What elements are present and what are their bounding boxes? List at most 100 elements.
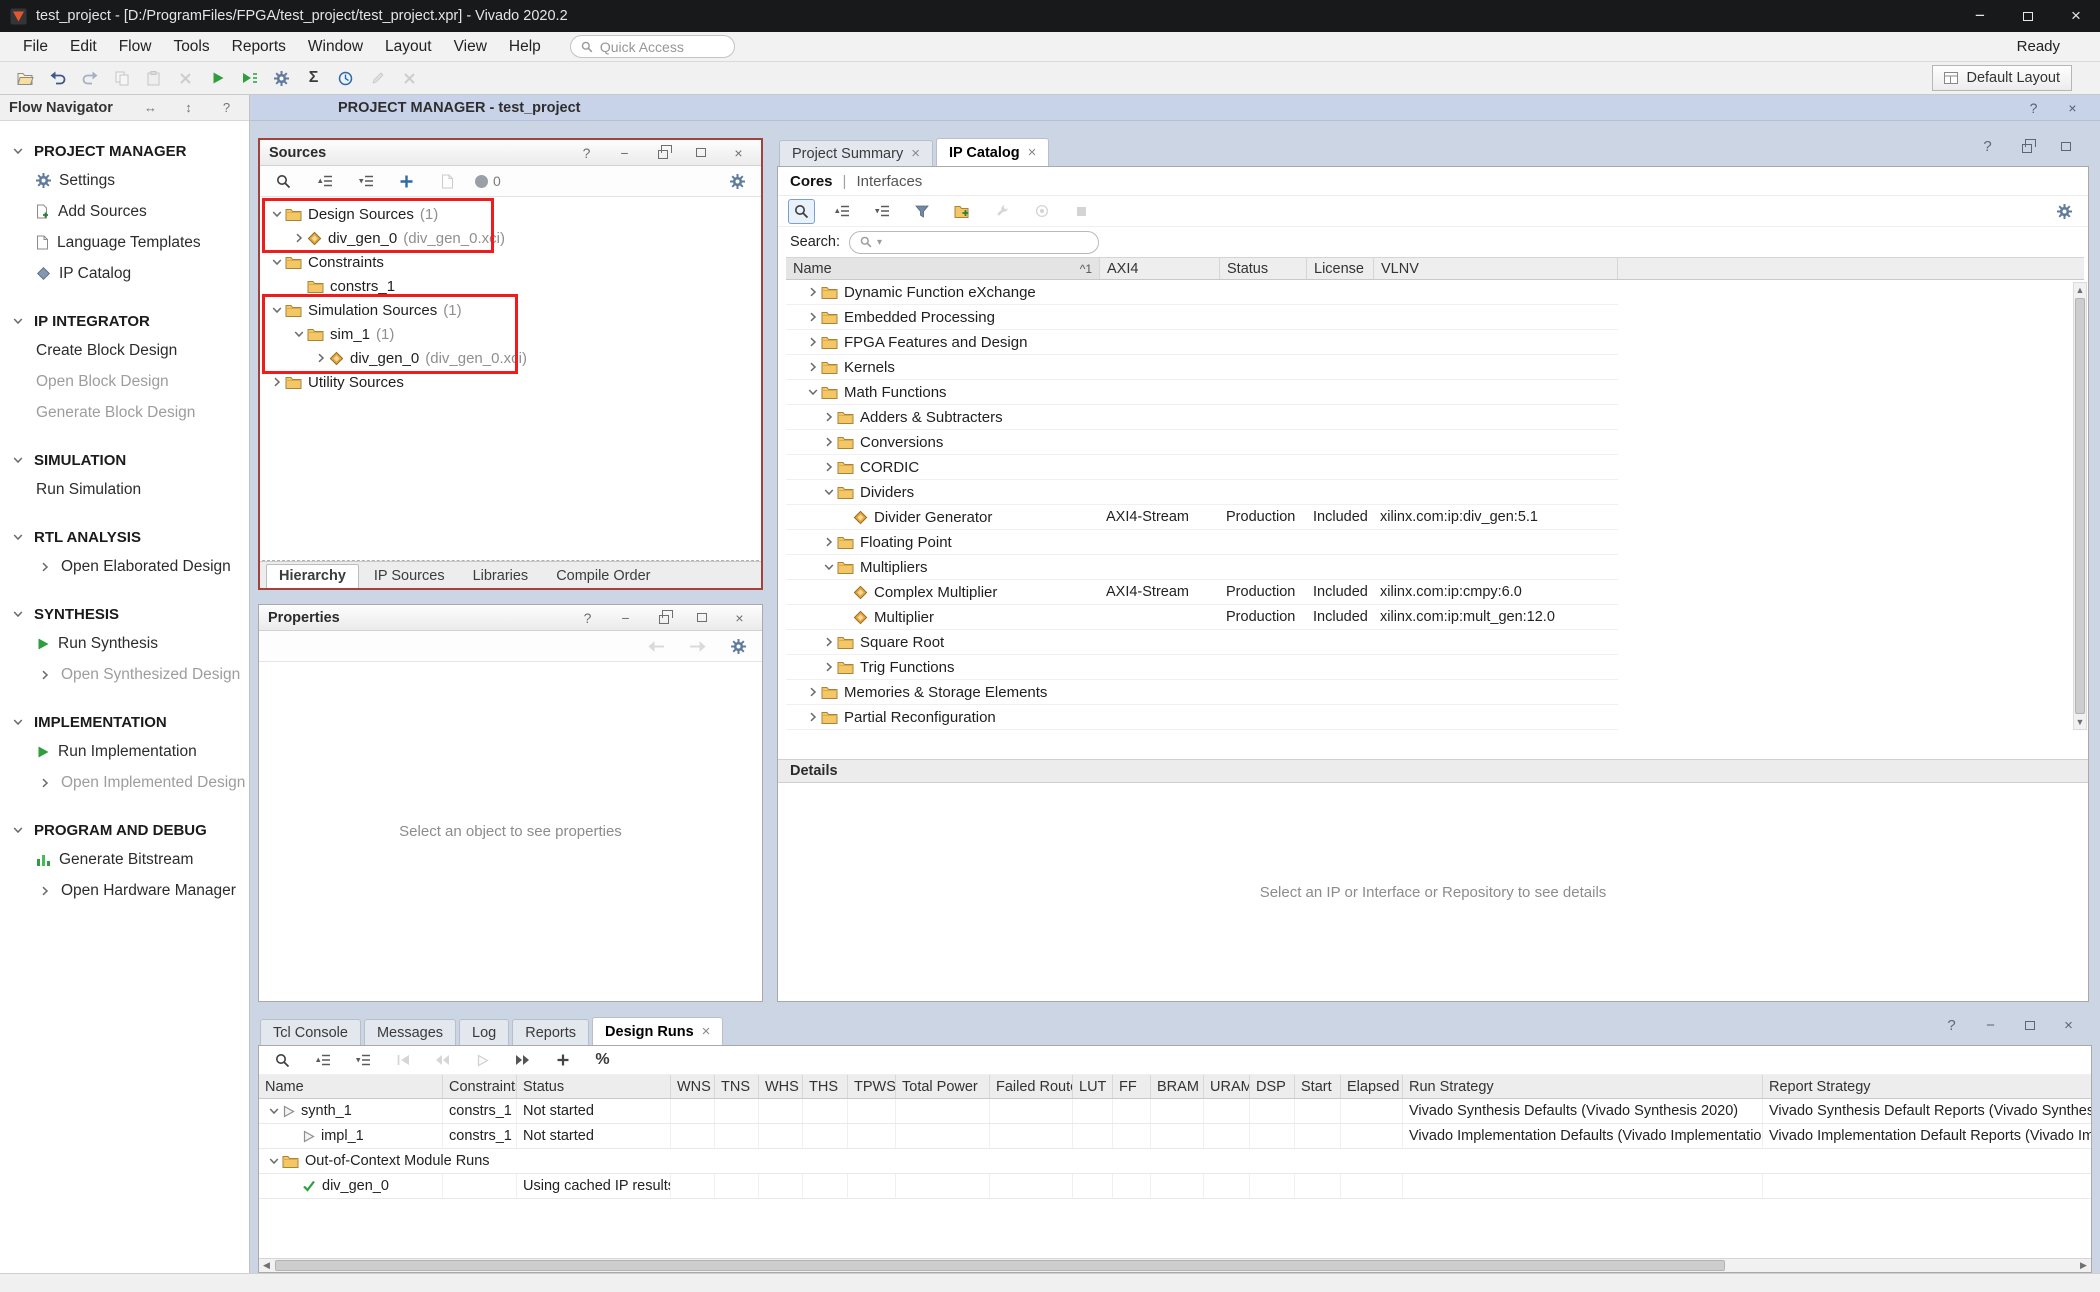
flow-item-run-implementation[interactable]: Run Implementation [0, 736, 249, 767]
expand-closed-icon[interactable] [820, 537, 837, 547]
ip-catalog-row-cordic[interactable]: CORDIC [786, 455, 1618, 480]
column-header-wns[interactable]: WNS [671, 1075, 715, 1098]
minimize-button[interactable]: − [1977, 1013, 2004, 1038]
tab-ip-sources[interactable]: IP Sources [361, 564, 458, 588]
ip-catalog-settings-button[interactable] [2051, 199, 2078, 224]
tab-messages[interactable]: Messages [364, 1019, 456, 1045]
close-icon[interactable]: × [911, 145, 920, 162]
search-button[interactable] [270, 169, 297, 194]
expand-all-button[interactable] [868, 199, 895, 224]
column-header-vlnv[interactable]: VLNV [1374, 258, 1618, 279]
flow-section-header-implementation[interactable]: IMPLEMENTATION [0, 708, 249, 736]
ip-catalog-row-math-functions[interactable]: Math Functions [786, 380, 1618, 405]
ip-catalog-row-multiplier[interactable]: MultiplierProductionIncludedxilinx.com:i… [786, 605, 1618, 630]
column-header-ths[interactable]: THS [803, 1075, 848, 1098]
tab-reports[interactable]: Reports [512, 1019, 589, 1045]
flow-item-create-block-design[interactable]: Create Block Design [0, 335, 249, 366]
maximize-button[interactable] [2052, 134, 2079, 159]
close-button[interactable]: × [725, 140, 752, 165]
flow-item-add-sources[interactable]: Add Sources [0, 196, 249, 227]
minimize-button[interactable]: − [612, 605, 639, 630]
collapse-all-button[interactable] [828, 199, 855, 224]
expand-closed-icon[interactable] [820, 412, 837, 422]
expand-closed-icon[interactable] [820, 462, 837, 472]
column-header-run-strategy[interactable]: Run Strategy [1403, 1075, 1763, 1098]
expand-all-button[interactable] [352, 169, 379, 194]
column-header-tns[interactable]: TNS [715, 1075, 759, 1098]
float-button[interactable] [649, 140, 676, 165]
scroll-up-icon[interactable]: ▲ [2074, 283, 2086, 297]
add-repository-button[interactable] [948, 199, 975, 224]
column-header-report-strategy[interactable]: Report Strategy [1763, 1075, 2091, 1098]
flow-item-run-synthesis[interactable]: Run Synthesis [0, 628, 249, 659]
tab-compile-order[interactable]: Compile Order [543, 564, 663, 588]
float-button[interactable] [650, 605, 677, 630]
timing-button[interactable] [332, 66, 359, 91]
help-button[interactable]: ? [574, 605, 601, 630]
flow-section-header-ip-integrator[interactable]: IP INTEGRATOR [0, 307, 249, 335]
flow-item-language-templates[interactable]: Language Templates [0, 227, 249, 258]
column-header-lut[interactable]: LUT [1073, 1075, 1113, 1098]
menu-tools[interactable]: Tools [162, 34, 220, 60]
layout-selector[interactable]: Default Layout [1932, 65, 2072, 91]
subtab-cores[interactable]: Cores [790, 173, 833, 190]
column-header-dsp[interactable]: DSP [1250, 1075, 1295, 1098]
close-button[interactable]: × [2052, 0, 2100, 32]
maximize-button[interactable] [687, 140, 714, 165]
column-header-failed-routes[interactable]: Failed Routes [990, 1075, 1073, 1098]
expand-open-icon[interactable] [804, 387, 821, 397]
flow-section-header-synthesis[interactable]: SYNTHESIS [0, 600, 249, 628]
step-forward-button[interactable] [509, 1048, 536, 1073]
scrollbar-thumb[interactable] [2075, 298, 2085, 714]
flow-item-run-simulation[interactable]: Run Simulation [0, 474, 249, 505]
expand-closed-icon[interactable] [312, 353, 329, 363]
create-run-button[interactable] [549, 1048, 576, 1073]
search-button[interactable] [788, 199, 815, 224]
expand-open-icon[interactable] [9, 532, 26, 542]
column-header-elapsed[interactable]: Elapsed [1341, 1075, 1403, 1098]
expand-closed-icon[interactable] [36, 562, 53, 572]
help-button[interactable]: ? [573, 140, 600, 165]
design-run-row-div-gen-0[interactable]: div_gen_0Using cached IP results [259, 1174, 2091, 1199]
expand-closed-icon[interactable] [820, 637, 837, 647]
quick-access-search[interactable]: Quick Access [570, 35, 735, 58]
source-tree-row-sim-1[interactable]: sim_1(1) [260, 322, 761, 346]
expand-closed-icon[interactable] [36, 886, 53, 896]
ip-catalog-row-dividers[interactable]: Dividers [786, 480, 1618, 505]
flow-section-header-rtl-analysis[interactable]: RTL ANALYSIS [0, 523, 249, 551]
maximize-button[interactable] [2016, 1013, 2043, 1038]
column-header-start[interactable]: Start [1295, 1075, 1341, 1098]
menu-view[interactable]: View [443, 34, 498, 60]
source-tree-row-div-gen-0[interactable]: div_gen_0(div_gen_0.xci) [260, 226, 761, 250]
flow-item-ip-catalog[interactable]: IP Catalog [0, 258, 249, 289]
scrollbar-thumb[interactable] [275, 1260, 1725, 1271]
ip-catalog-row-complex-multiplier[interactable]: Complex MultiplierAXI4-StreamProductionI… [786, 580, 1618, 605]
expand-open-icon[interactable] [9, 717, 26, 727]
filter-button[interactable] [908, 199, 935, 224]
scroll-down-icon[interactable]: ▼ [2074, 715, 2086, 729]
expand-open-icon[interactable] [9, 455, 26, 465]
close-button[interactable]: × [2059, 95, 2086, 120]
expand-closed-icon[interactable] [820, 662, 837, 672]
source-tree-row-simulation-sources[interactable]: Simulation Sources(1) [260, 298, 761, 322]
ip-search-input[interactable]: ▾ [849, 231, 1099, 254]
column-header-ff[interactable]: FF [1113, 1075, 1151, 1098]
column-header-bram[interactable]: BRAM [1151, 1075, 1204, 1098]
open-project-button[interactable] [12, 66, 39, 91]
expand-open-icon[interactable] [290, 329, 307, 339]
menu-window[interactable]: Window [297, 34, 374, 60]
collapse-all-button[interactable] [311, 169, 338, 194]
ip-catalog-row-trig-functions[interactable]: Trig Functions [786, 655, 1618, 680]
help-button[interactable]: ? [213, 95, 240, 120]
undo-button[interactable] [44, 66, 71, 91]
column-header-total-power[interactable]: Total Power [896, 1075, 990, 1098]
maximize-button[interactable] [2004, 0, 2052, 32]
help-button[interactable]: ? [2020, 95, 2047, 120]
tab-project-summary[interactable]: Project Summary× [779, 140, 933, 166]
expand-open-icon[interactable] [265, 1106, 282, 1116]
ip-catalog-row-conversions[interactable]: Conversions [786, 430, 1618, 455]
add-sources-button[interactable] [393, 169, 420, 194]
flow-item-open-hardware-manager[interactable]: Open Hardware Manager [0, 875, 249, 906]
expand-closed-icon[interactable] [36, 670, 53, 680]
design-run-row-impl-1[interactable]: impl_1constrs_1Not startedVivado Impleme… [259, 1124, 2091, 1149]
